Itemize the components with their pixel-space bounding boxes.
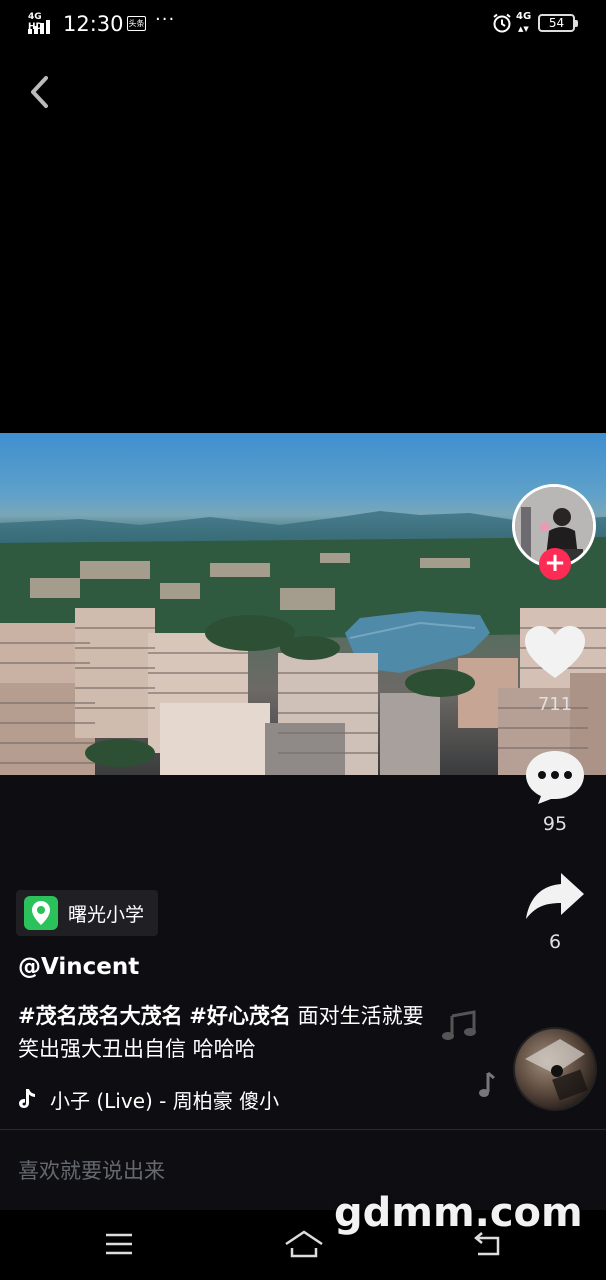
back-chevron-icon[interactable] bbox=[24, 72, 56, 112]
video-info-panel bbox=[0, 775, 606, 1210]
tiktok-note-icon bbox=[19, 1089, 35, 1108]
post-caption: #茂名茂名大茂名 #好心茂名 面对生活就要 笑出强大丑出自信 哈哈哈 bbox=[18, 1000, 438, 1066]
like-count: 711 bbox=[537, 694, 573, 715]
video-player[interactable] bbox=[0, 433, 606, 775]
comment-count: 95 bbox=[542, 813, 568, 835]
share-arrow-icon[interactable] bbox=[523, 870, 587, 922]
follow-button[interactable]: + bbox=[539, 548, 571, 580]
mobile-data-label: 4G bbox=[516, 11, 532, 22]
more-notifications-icon: ··· bbox=[155, 9, 176, 30]
location-tag[interactable]: 曙光小学 bbox=[16, 890, 159, 936]
music-info[interactable]: 小子 (Live) - 周柏豪 傻小 bbox=[18, 1084, 350, 1114]
location-pin-icon bbox=[24, 896, 58, 930]
hashtag-link[interactable]: #茂名茂名大茂名 bbox=[18, 1004, 183, 1028]
comment-bubble-icon[interactable] bbox=[523, 748, 587, 806]
divider bbox=[0, 1129, 606, 1130]
battery-icon: 54 bbox=[538, 14, 578, 32]
hashtag-link[interactable]: #好心茂名 bbox=[189, 1004, 291, 1028]
news-app-notification-icon: 头条 bbox=[127, 16, 146, 31]
heart-icon[interactable] bbox=[523, 624, 587, 680]
cellular-signal-icon: 4G HD bbox=[28, 12, 58, 34]
comment-input[interactable]: 喜欢就要说出来 bbox=[18, 1155, 165, 1185]
clock: 12:30 bbox=[63, 12, 124, 36]
status-bar: 4G HD 12:30 头条 ··· 4G ▲▼ 54 bbox=[0, 0, 606, 46]
menu-icon[interactable] bbox=[104, 1232, 134, 1256]
share-count: 6 bbox=[548, 931, 562, 953]
album-cover bbox=[525, 1039, 588, 1101]
home-icon[interactable] bbox=[283, 1228, 325, 1260]
music-title: 小子 (Live) - 周柏豪 傻小 bbox=[50, 1088, 280, 1113]
site-watermark: gdmm.com bbox=[334, 1190, 583, 1236]
music-disc[interactable] bbox=[513, 1027, 597, 1111]
data-activity-icon: ▲▼ bbox=[518, 25, 529, 33]
alarm-icon bbox=[493, 13, 511, 33]
location-name: 曙光小学 bbox=[68, 903, 145, 926]
music-note-icon bbox=[442, 1010, 476, 1040]
video-frame-cityscape bbox=[0, 511, 606, 775]
music-note-icon bbox=[479, 1071, 495, 1097]
author-username[interactable]: @Vincent bbox=[18, 954, 139, 980]
